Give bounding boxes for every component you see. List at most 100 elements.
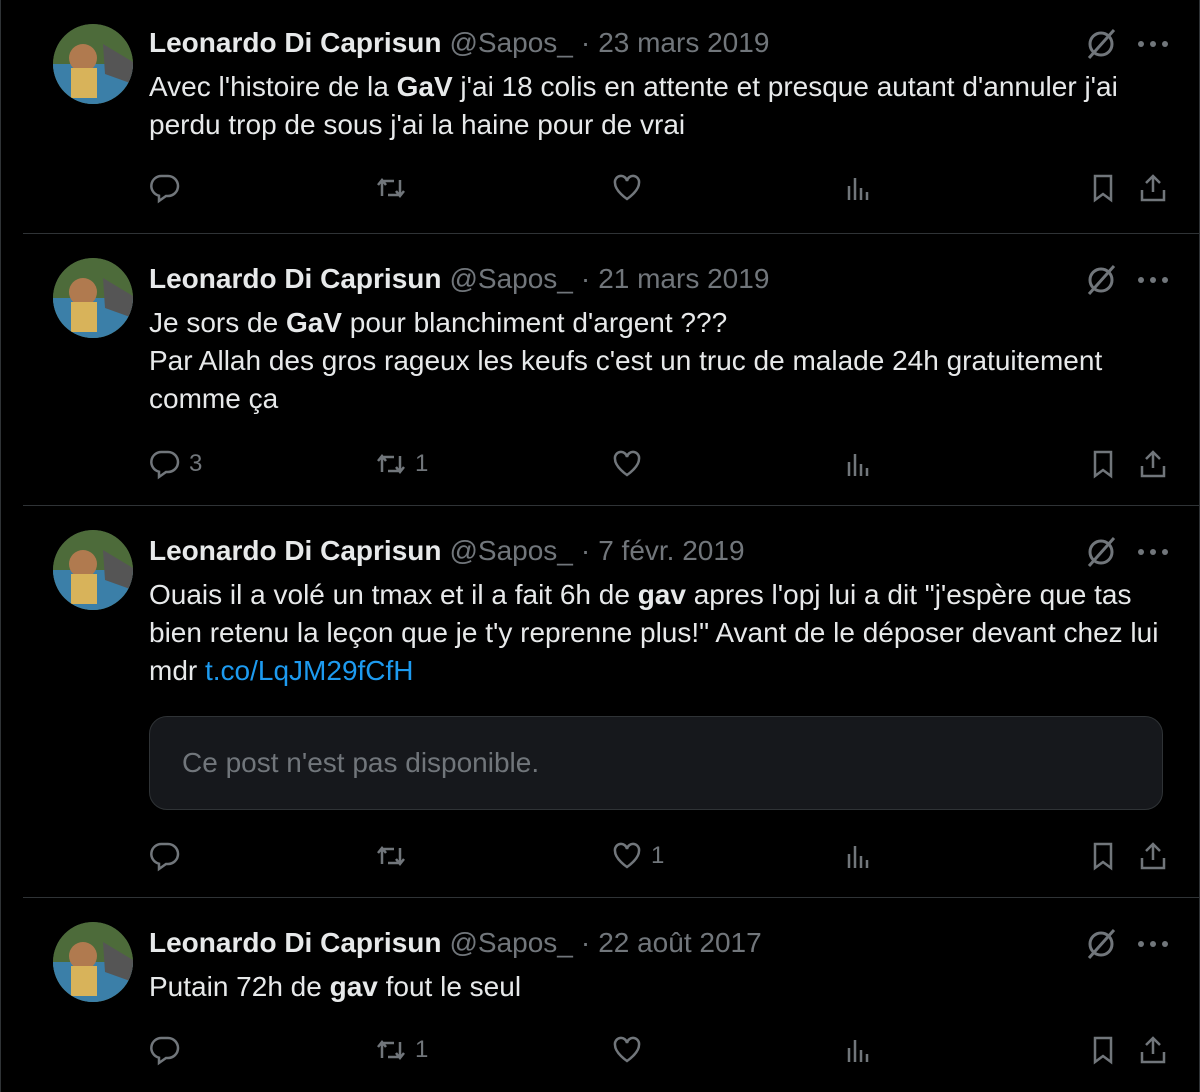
retweet-count: 1 [415, 1036, 429, 1063]
retweet-icon [377, 1039, 405, 1061]
more-icon[interactable] [1137, 40, 1169, 48]
avatar[interactable] [53, 530, 133, 610]
views-button[interactable] [843, 170, 875, 206]
avatar[interactable] [53, 258, 133, 338]
tweet-header: Leonardo Di Caprisun @Sapos_ · 21 mars 2… [149, 262, 769, 296]
tweet[interactable]: Leonardo Di Caprisun @Sapos_ · 7 févr. 2… [23, 506, 1199, 898]
tweet[interactable]: Leonardo Di Caprisun @Sapos_ · 22 août 2… [23, 898, 1199, 1092]
views-button[interactable] [843, 1032, 875, 1068]
author-name[interactable]: Leonardo Di Caprisun [149, 927, 441, 959]
unavailable-post-card[interactable]: Ce post n'est pas disponible. [149, 716, 1163, 810]
grok-icon[interactable] [1083, 534, 1119, 570]
tweet-link[interactable]: t.co/LqJM29fCfH [205, 655, 414, 686]
share-button[interactable] [1137, 446, 1169, 482]
tweet-date[interactable]: 21 mars 2019 [598, 263, 769, 295]
text-segment: fout le seul [377, 971, 522, 1002]
reply-button[interactable] [149, 170, 189, 206]
grok-icon[interactable] [1083, 926, 1119, 962]
card-text: Ce post n'est pas disponible. [182, 747, 540, 778]
text-line: Par Allah des gros rageux les keufs c'es… [149, 345, 1103, 414]
bookmark-button[interactable] [1087, 1032, 1119, 1068]
like-button[interactable] [611, 446, 651, 482]
retweet-button[interactable] [375, 838, 415, 874]
more-icon[interactable] [1137, 940, 1169, 948]
more-icon[interactable] [1137, 548, 1169, 556]
share-icon [1140, 842, 1166, 870]
share-button[interactable] [1137, 1032, 1169, 1068]
reply-icon [150, 450, 180, 480]
tweet-feed: Leonardo Di Caprisun @Sapos_ · 23 mars 2… [0, 0, 1200, 1092]
share-icon [1140, 450, 1166, 478]
author-handle[interactable]: @Sapos_ [449, 263, 572, 295]
more-icon[interactable] [1137, 276, 1169, 284]
share-icon [1140, 1036, 1166, 1064]
retweet-button[interactable] [375, 170, 415, 206]
tweet[interactable]: Leonardo Di Caprisun @Sapos_ · 23 mars 2… [23, 0, 1199, 234]
reply-button[interactable] [149, 1032, 189, 1068]
heart-icon [613, 842, 641, 869]
tweet-actions: 3 1 [149, 446, 1169, 482]
retweet-icon [377, 845, 405, 867]
tweet-header: Leonardo Di Caprisun @Sapos_ · 22 août 2… [149, 926, 762, 960]
highlight-term: GaV [285, 307, 342, 338]
like-count: 1 [651, 842, 665, 869]
views-icon [847, 454, 869, 476]
reply-button[interactable] [149, 838, 189, 874]
author-name[interactable]: Leonardo Di Caprisun [149, 535, 441, 567]
text-segment: Ouais il a volé un tmax et il a fait 6h … [149, 579, 638, 610]
tweet-actions: 1 [149, 1032, 1169, 1068]
retweet-button[interactable]: 1 [375, 1032, 428, 1068]
reply-icon [150, 842, 180, 872]
reply-icon [150, 1036, 180, 1066]
avatar[interactable] [53, 922, 133, 1002]
heart-icon [613, 1036, 641, 1063]
author-handle[interactable]: @Sapos_ [449, 927, 572, 959]
bookmark-button[interactable] [1087, 170, 1119, 206]
tweet-actions: 1 [149, 838, 1169, 874]
retweet-count: 1 [415, 450, 429, 477]
bookmark-button[interactable] [1087, 446, 1119, 482]
bookmark-button[interactable] [1087, 838, 1119, 874]
retweet-icon [377, 177, 405, 199]
views-icon [847, 178, 869, 200]
text-segment: Putain 72h de [149, 971, 330, 1002]
views-icon [847, 1040, 869, 1062]
bookmark-icon [1093, 450, 1113, 479]
highlight-term: GaV [396, 71, 453, 102]
separator: · [580, 27, 591, 58]
like-button[interactable] [611, 1032, 651, 1068]
reply-button[interactable]: 3 [149, 446, 202, 482]
avatar[interactable] [53, 24, 133, 104]
bookmark-icon [1093, 174, 1113, 203]
share-icon [1140, 174, 1166, 202]
views-button[interactable] [843, 838, 875, 874]
separator: · [580, 535, 591, 566]
share-button[interactable] [1137, 170, 1169, 206]
bookmark-icon [1093, 842, 1113, 871]
grok-icon[interactable] [1083, 262, 1119, 298]
tweet-date[interactable]: 22 août 2017 [598, 927, 762, 959]
views-icon [847, 846, 869, 868]
views-button[interactable] [843, 446, 875, 482]
share-button[interactable] [1137, 838, 1169, 874]
author-handle[interactable]: @Sapos_ [449, 27, 572, 59]
text-segment: Je sors de [149, 307, 286, 338]
tweet-date[interactable]: 23 mars 2019 [598, 27, 769, 59]
text-segment: pour blanchiment d'argent ??? [341, 307, 728, 338]
author-name[interactable]: Leonardo Di Caprisun [149, 263, 441, 295]
retweet-button[interactable]: 1 [375, 446, 428, 482]
highlight-term: gav [637, 579, 686, 610]
grok-icon[interactable] [1083, 26, 1119, 62]
highlight-term: gav [329, 971, 378, 1002]
like-button[interactable] [611, 170, 651, 206]
tweet-header: Leonardo Di Caprisun @Sapos_ · 7 févr. 2… [149, 534, 745, 568]
like-button[interactable]: 1 [611, 838, 664, 874]
retweet-icon [377, 453, 405, 475]
author-name[interactable]: Leonardo Di Caprisun [149, 27, 441, 59]
text-segment: Avec l'histoire de la [149, 71, 397, 102]
tweet[interactable]: Leonardo Di Caprisun @Sapos_ · 21 mars 2… [23, 234, 1199, 506]
separator: · [580, 927, 591, 958]
bookmark-icon [1093, 1036, 1113, 1065]
tweet-date[interactable]: 7 févr. 2019 [598, 535, 744, 567]
author-handle[interactable]: @Sapos_ [449, 535, 572, 567]
